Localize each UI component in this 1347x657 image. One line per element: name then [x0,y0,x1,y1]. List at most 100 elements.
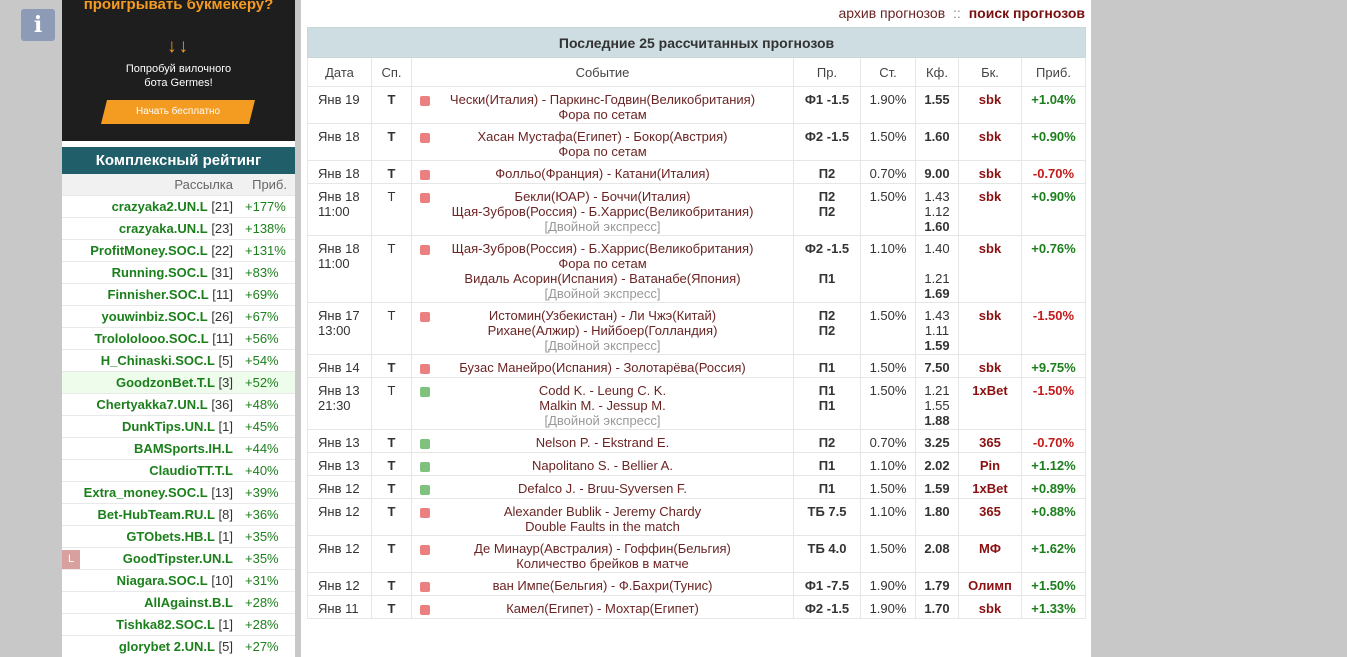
event-cell[interactable]: Alexander Bublik - Jeremy Chardy Double F… [411,498,794,536]
subscription-name[interactable]: Finnisher.SOC.L [11] [108,287,233,302]
table-row[interactable]: Янв 18 Т Хасан Мустафа(Египет) - Бокор(Авс… [307,123,1086,161]
table-row[interactable]: Янв 17 13:00 Т Истомин(Узбекистан) - Ли Чжэ… [307,302,1086,355]
table-row[interactable]: Янв 12 Тван Импе(Бельгия) - Ф.Бахри(Тунис… [307,572,1086,596]
subscription-name[interactable]: Niagara.SOC.L [10] [117,573,233,588]
info-icon[interactable]: i [21,9,55,41]
event-cell[interactable]: Де Минаур(Австралия) - Гоффин(Бельгия) Ко… [411,535,794,573]
rating-row[interactable]: Running.SOC.L [31] +83% [62,261,295,283]
event-line[interactable]: Камел(Египет) - Мохтар(Египет) [412,601,793,616]
rating-row[interactable]: ProfitMoney.SOC.L [22] +131% [62,239,295,261]
event-line[interactable]: Napolitano S. - Bellier A. [412,458,793,473]
event-line[interactable]: Фора по сетам [412,144,793,159]
subscription-name[interactable]: H_Chinaski.SOC.L [5] [101,353,233,368]
search-link[interactable]: поиск прогнозов [969,5,1085,21]
subscription-name[interactable]: Extra_money.SOC.L [13] [84,485,233,500]
subscription-name[interactable]: Tishka82.SOC.L [1] [116,617,233,632]
table-row[interactable]: Янв 12 Т Defalco J. - Bruu-Syversen F. П1 1.… [307,475,1086,499]
event-cell[interactable]: Nelson P. - Ekstrand E. [411,429,794,453]
table-row[interactable]: Янв 13 21:30 Т Codd K. - Leung C. K. Malkin … [307,377,1086,430]
rating-row[interactable]: AllAgainst.B.L +28% [62,591,295,613]
subscription-name[interactable]: ProfitMoney.SOC.L [22] [90,243,233,258]
rating-row[interactable]: Niagara.SOC.L [10] +31% [62,569,295,591]
rating-row[interactable]: Extra_money.SOC.L [13] +39% [62,481,295,503]
event-cell[interactable]: Codd K. - Leung C. K. Malkin M. - Jessup … [411,377,794,430]
event-line[interactable]: Рихане(Алжир) - Нийбоер(Голландия) [412,323,793,338]
table-row[interactable]: Янв 18 11:00 Т Щая-Зубров(Россия) - Б.Харри… [307,235,1086,303]
subscription-name[interactable]: GoodTipster.UN.L [123,551,233,566]
event-line[interactable]: Чески(Италия) - Паркинс-Годвин(Великобри… [412,92,793,107]
event-cell[interactable]: Хасан Мустафа(Египет) - Бокор(Австрия) Фо… [411,123,794,161]
event-line[interactable]: Defalco J. - Bruu-Syversen F. [412,481,793,496]
table-row[interactable]: Янв 19 Т Чески(Италия) - Паркинс-Годвин(Ве… [307,86,1086,124]
event-line[interactable]: Фора по сетам [412,107,793,122]
event-line[interactable]: Бузас Манейро(Испания) - Золотарёва(Росс… [412,360,793,375]
event-cell[interactable]: ван Импе(Бельгия) - Ф.Бахри(Тунис) [411,572,794,596]
event-cell[interactable]: Napolitano S. - Bellier A. [411,452,794,476]
subscription-name[interactable]: AllAgainst.B.L [144,595,233,610]
rating-row[interactable]: Chertyakka7.UN.L [36] +48% [62,393,295,415]
ad-banner[interactable]: проигрывать букмекеру? ↓↓ Попробуй вилоч… [62,0,295,141]
rating-row[interactable]: crazyaka.UN.L [23] +138% [62,217,295,239]
table-row[interactable]: Янв 18 Т Фолльо(Франция) - Катани(Италия) П… [307,160,1086,184]
event-line[interactable]: Фора по сетам [412,256,793,271]
event-line[interactable]: Щая-Зубров(Россия) - Б.Харрис(Великобрит… [412,204,793,219]
rating-row[interactable]: DunkTips.UN.L [1] +45% [62,415,295,437]
subscription-name[interactable]: Chertyakka7.UN.L [36] [96,397,233,412]
event-line[interactable]: Щая-Зубров(Россия) - Б.Харрис(Великобрит… [412,241,793,256]
subscription-name[interactable]: glorybet 2.UN.L [5] [119,639,233,654]
subscription-name[interactable]: GoodzonBet.T.L [3] [116,375,233,390]
event-line[interactable]: Malkin M. - Jessup M. [412,398,793,413]
subscription-name[interactable]: crazyaka.UN.L [23] [119,221,233,236]
subscription-name[interactable]: Trolololooo.SOC.L [11] [95,331,233,346]
ad-cta-button[interactable]: Начать бесплатно [101,100,255,124]
event-cell[interactable]: Бекли(ЮАР) - Боччи(Италия) Щая-Зубров(Рос… [411,183,794,236]
table-row[interactable]: Янв 12 Т Alexander Bublik - Jeremy Chardy D… [307,498,1086,536]
subscription-name[interactable]: Running.SOC.L [31] [112,265,233,280]
rating-row[interactable]: BAMSports.IH.L +44% [62,437,295,459]
event-line[interactable]: Истомин(Узбекистан) - Ли Чжэ(Китай) [412,308,793,323]
event-line[interactable]: Фолльо(Франция) - Катани(Италия) [412,166,793,181]
rating-row[interactable]: H_Chinaski.SOC.L [5] +54% [62,349,295,371]
rating-row[interactable]: Bet-HubTeam.RU.L [8] +36% [62,503,295,525]
table-row[interactable]: Янв 18 11:00 Т Бекли(ЮАР) - Боччи(Италия) Ща… [307,183,1086,236]
rating-row[interactable]: GoodzonBet.T.L [3] +52% [62,371,295,393]
event-line[interactable]: Видаль Асорин(Испания) - Ватанабе(Япония… [412,271,793,286]
rating-row[interactable]: Trolololooo.SOC.L [11] +56% [62,327,295,349]
table-row[interactable]: Янв 12 Т Де Минаур(Австралия) - Гоффин(Бел… [307,535,1086,573]
event-cell[interactable]: Фолльо(Франция) - Катани(Италия) [411,160,794,184]
subscription-name[interactable]: Bet-HubTeam.RU.L [8] [97,507,233,522]
event-line[interactable]: Double Faults in the match [412,519,793,534]
event-line[interactable]: Хасан Мустафа(Египет) - Бокор(Австрия) [412,129,793,144]
event-line[interactable]: Бекли(ЮАР) - Боччи(Италия) [412,189,793,204]
rating-row[interactable]: youwinbiz.SOC.L [26] +67% [62,305,295,327]
rating-row[interactable]: GTObets.HB.L [1] +35% [62,525,295,547]
rating-row[interactable]: ClaudioTT.T.L +40% [62,459,295,481]
subscription-name[interactable]: youwinbiz.SOC.L [26] [102,309,233,324]
event-line[interactable]: Количество брейков в матче [412,556,793,571]
subscription-name[interactable]: GTObets.HB.L [1] [126,529,233,544]
table-row[interactable]: Янв 13 Т Nelson P. - Ekstrand E. П2 0.70% 3.2… [307,429,1086,453]
subscription-name[interactable]: ClaudioTT.T.L [149,463,233,478]
rating-row[interactable]: Tishka82.SOC.L [1] +28% [62,613,295,635]
event-cell[interactable]: Чески(Италия) - Паркинс-Годвин(Великобри… [411,86,794,124]
table-row[interactable]: Янв 13 Т Napolitano S. - Bellier A. П1 1.10%… [307,452,1086,476]
subscription-name[interactable]: DunkTips.UN.L [1] [122,419,233,434]
rating-row[interactable]: Finnisher.SOC.L [11] +69% [62,283,295,305]
event-line[interactable]: Де Минаур(Австралия) - Гоффин(Бельгия) [412,541,793,556]
subscription-name[interactable]: BAMSports.IH.L [134,441,233,456]
event-line[interactable]: Codd K. - Leung C. K. [412,383,793,398]
table-row[interactable]: Янв 11 Т Камел(Египет) - Мохтар(Египет) Ф2 … [307,595,1086,619]
event-line[interactable]: ван Импе(Бельгия) - Ф.Бахри(Тунис) [412,578,793,593]
subscription-name[interactable]: crazyaka2.UN.L [21] [112,199,233,214]
event-cell[interactable]: Камел(Египет) - Мохтар(Египет) [411,595,794,619]
event-cell[interactable]: Бузас Манейро(Испания) - Золотарёва(Росс… [411,354,794,378]
rating-row[interactable]: glorybet 2.UN.L [5] +27% [62,635,295,657]
event-line[interactable]: Nelson P. - Ekstrand E. [412,435,793,450]
event-cell[interactable]: Истомин(Узбекистан) - Ли Чжэ(Китай) Рихан… [411,302,794,355]
archive-link[interactable]: архив прогнозов [838,5,945,21]
rating-row[interactable]: crazyaka2.UN.L [21] +177% [62,195,295,217]
rating-row[interactable]: L GoodTipster.UN.L +35% [62,547,295,569]
event-line[interactable]: Alexander Bublik - Jeremy Chardy [412,504,793,519]
event-cell[interactable]: Defalco J. - Bruu-Syversen F. [411,475,794,499]
table-row[interactable]: Янв 14 Т Бузас Манейро(Испания) - Золотарё… [307,354,1086,378]
